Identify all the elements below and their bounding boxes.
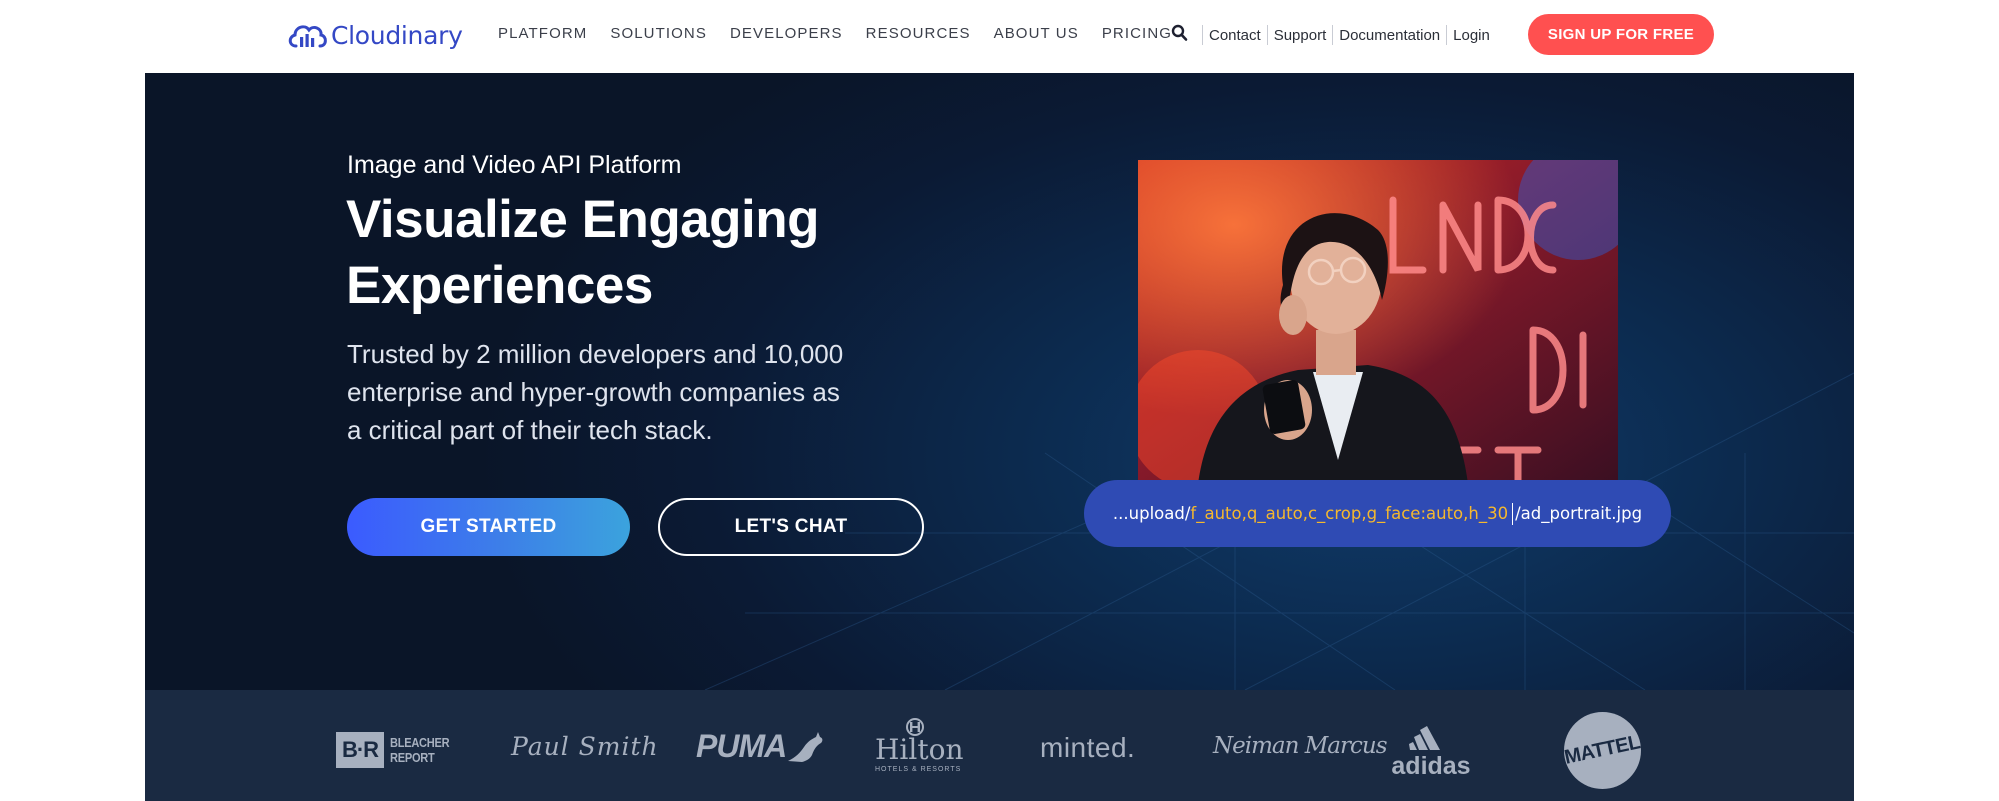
menu-resources[interactable]: RESOURCES [866,25,971,42]
lets-chat-button[interactable]: LET'S CHAT [658,498,924,556]
bleacher-word: BLEACHER [390,735,450,750]
logo-text: Cloudinary [331,20,463,50]
menu-platform[interactable]: PLATFORM [498,25,587,42]
transformation-url: ...upload/f_auto,q_auto,c_crop,g_face:au… [1084,480,1671,547]
portrait-illustration [1138,160,1618,484]
mattel-wordmark: MATTEL [1562,731,1643,769]
hilton-logo: Hilton HOTELS & RESORTS [875,718,964,773]
hero-subtitle: Trusted by 2 million developers and 10,0… [347,335,907,449]
link-support[interactable]: Support [1274,27,1327,44]
menu-pricing[interactable]: PRICING [1102,25,1172,42]
headline-line: Experiences [346,256,653,315]
puma-cat-icon [788,732,823,762]
link-login[interactable]: Login [1453,27,1490,44]
text-cursor [1512,502,1514,525]
url-prefix: ...upload/ [1112,504,1191,523]
adidas-wordmark: adidas [1391,752,1471,780]
paul-smith-logo: Paul Smith [511,732,659,761]
customer-logos: B·R BLEACHER REPORT Paul Smith PUMA Hilt… [145,690,1854,801]
mattel-logo: MATTEL [1562,712,1643,789]
adidas-stripes-icon [1409,726,1440,750]
hero-headline: Visualize Engaging Experiences [346,187,906,319]
menu-developers[interactable]: DEVELOPERS [730,25,843,42]
report-word: REPORT [390,750,435,765]
hero-section: Image and Video API Platform Visualize E… [145,73,1854,690]
utility-links: Contact Support Documentation Login [1196,25,1490,45]
minted-logo: minted. [1040,732,1136,763]
get-started-button[interactable]: GET STARTED [347,498,630,556]
subtitle-line: enterprise and hyper-growth companies as [347,377,840,407]
puma-wordmark: PUMA [696,728,787,764]
bleacher-report-mark: B·R [336,732,384,768]
sign-up-button[interactable]: SIGN UP FOR FREE [1528,14,1714,55]
url-suffix: /ad_portrait.jpg [1515,504,1643,523]
top-navigation: Cloudinary PLATFORM SOLUTIONS DEVELOPERS… [0,0,1999,73]
divider [1266,25,1268,45]
hilton-tagline: HOTELS & RESORTS [875,766,962,773]
url-transformation: f_auto,q_auto,c_crop,g_face:auto,h_30 [1190,504,1509,523]
divider [1202,25,1203,45]
cloud-logo-icon [288,25,327,48]
search-icon[interactable] [1171,24,1188,42]
neiman-marcus-logo: Neiman Marcus [1213,733,1387,759]
cloudinary-logo[interactable]: Cloudinary [287,15,463,55]
headline-line: Visualize Engaging [346,190,820,249]
link-documentation[interactable]: Documentation [1339,27,1440,44]
adidas-logo: adidas [1391,722,1471,779]
divider [1446,25,1448,45]
subtitle-line: a critical part of their tech stack. [347,415,713,445]
menu-solutions[interactable]: SOLUTIONS [610,25,707,42]
hero-eyebrow: Image and Video API Platform [347,151,682,179]
bleacher-report-logo: B·R BLEACHER REPORT [336,732,460,768]
link-contact[interactable]: Contact [1209,27,1261,44]
bleacher-report-wordmark: BLEACHER REPORT [390,735,450,765]
hero-portrait-image [1138,160,1618,484]
main-menu: PLATFORM SOLUTIONS DEVELOPERS RESOURCES … [498,25,1195,42]
puma-logo: PUMA [696,728,824,765]
hilton-wordmark: Hilton [875,733,964,766]
divider [1332,25,1334,45]
menu-about-us[interactable]: ABOUT US [994,25,1079,42]
subtitle-line: Trusted by 2 million developers and 10,0… [347,339,844,369]
